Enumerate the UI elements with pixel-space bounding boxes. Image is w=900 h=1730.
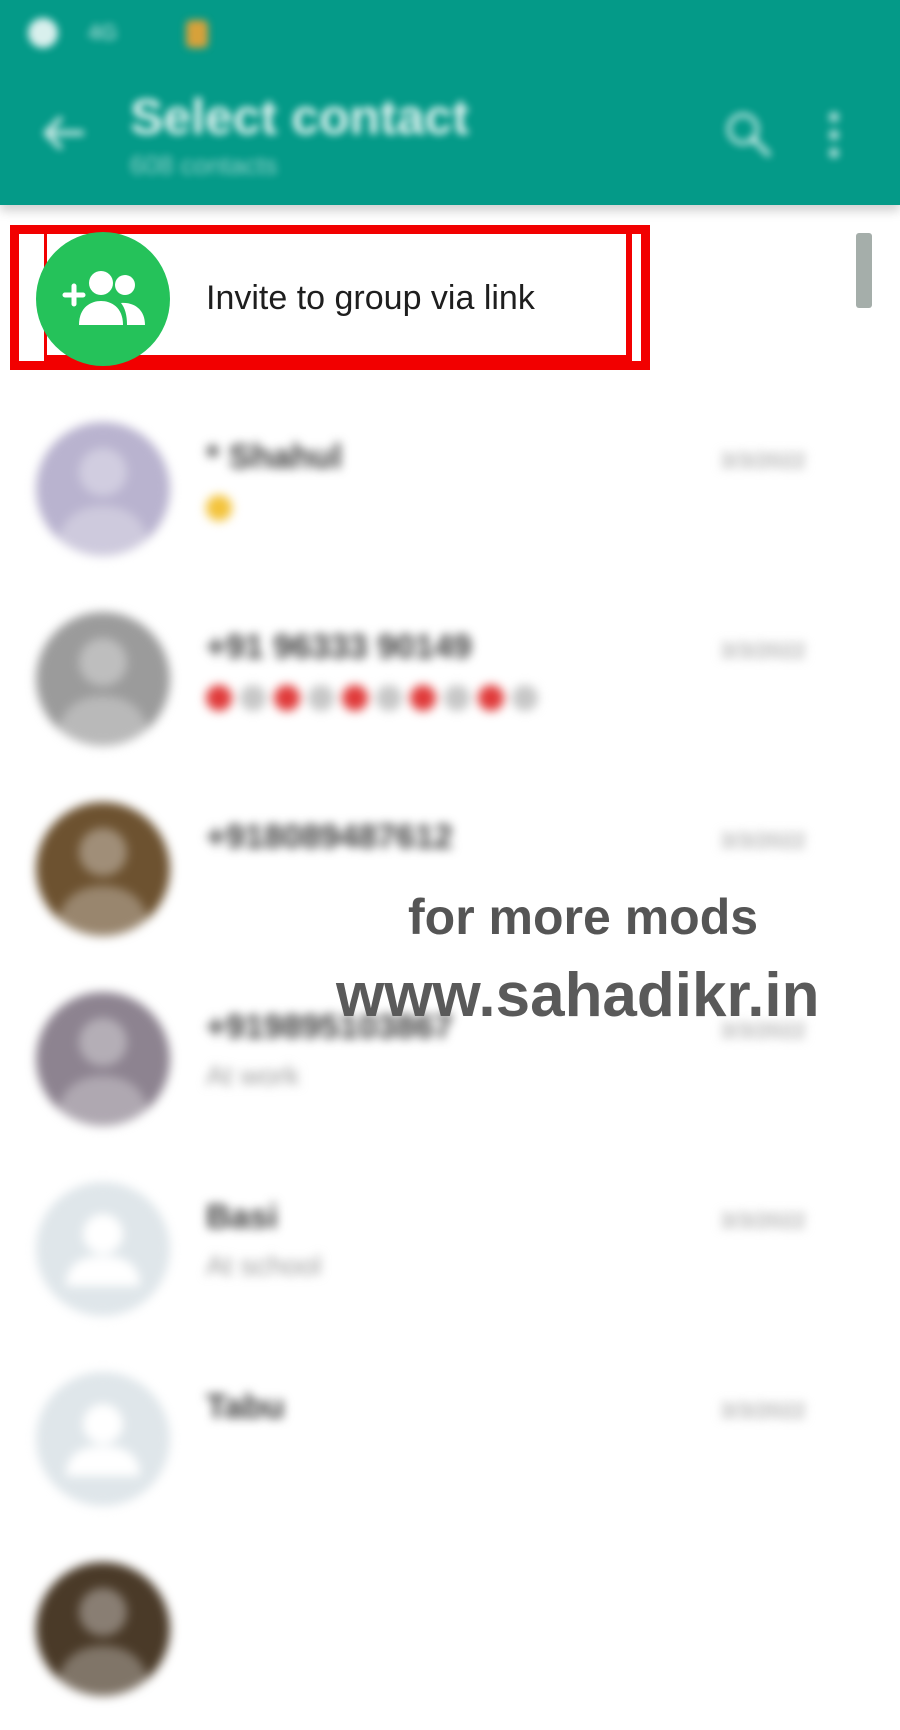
watermark-line-2: www.sahadikr.in <box>336 961 820 1030</box>
arrow-left-icon[interactable] <box>40 115 84 151</box>
emoji-icon <box>478 684 504 711</box>
contact-row[interactable]: * Shahul 3/3/2022 <box>0 400 900 590</box>
invite-via-link-label: Invite to group via link <box>206 279 535 317</box>
contact-name: Basi <box>206 1198 278 1236</box>
emoji-icon <box>240 684 266 711</box>
emoji-icon <box>444 684 470 711</box>
add-group-icon <box>36 232 170 366</box>
avatar <box>36 612 170 746</box>
contact-status <box>206 680 546 712</box>
contact-date: 3/3/2022 <box>720 638 806 663</box>
contact-row[interactable]: Tabu 3/3/2022 <box>0 1350 900 1540</box>
watermark-line-1: for more mods <box>408 889 759 945</box>
contact-status: At work <box>206 1060 300 1091</box>
scrollbar-thumb[interactable] <box>856 233 872 308</box>
contact-name: +91 96333 90149 <box>206 628 472 666</box>
emoji-icon <box>512 684 538 711</box>
more-vertical-icon[interactable] <box>826 110 842 160</box>
emoji-icon <box>274 684 300 711</box>
avatar <box>36 1182 170 1316</box>
emoji-icon <box>342 684 368 711</box>
contact-status <box>206 490 240 522</box>
avatar <box>36 992 170 1126</box>
page-title: Select contact <box>130 89 470 145</box>
whatsapp-icon <box>28 18 58 48</box>
avatar <box>36 802 170 936</box>
app-bar: 4G Select contact 608 contacts <box>0 0 900 205</box>
status-bar-text: 4G <box>88 20 118 45</box>
contact-count: 608 contacts <box>130 150 278 180</box>
contact-date: 3/3/2022 <box>720 1398 806 1423</box>
emoji-icon <box>206 684 232 711</box>
contact-name: +918089487612 <box>206 818 453 856</box>
contact-row[interactable]: +91 96333 90149 3/3/2022 <box>0 590 900 780</box>
avatar <box>36 422 170 556</box>
contact-date: 3/3/2022 <box>720 448 806 473</box>
contact-date: 3/3/2022 <box>720 828 806 853</box>
contact-status: At school <box>206 1250 322 1281</box>
app-bar-content: 4G Select contact 608 contacts <box>0 0 900 205</box>
avatar <box>36 1562 170 1696</box>
emoji-icon <box>206 494 232 521</box>
contact-name: * Shahul <box>206 438 343 476</box>
emoji-icon <box>376 684 402 711</box>
search-icon[interactable] <box>722 108 774 160</box>
contact-row[interactable]: Basi At school 3/3/2022 <box>0 1160 900 1350</box>
emoji-icon <box>308 684 334 711</box>
contact-name: Tabu <box>206 1388 285 1426</box>
avatar <box>36 1372 170 1506</box>
emoji-icon <box>410 684 436 711</box>
contact-row[interactable] <box>0 1540 900 1730</box>
lock-icon <box>186 20 208 48</box>
contact-date: 3/3/2022 <box>720 1208 806 1233</box>
